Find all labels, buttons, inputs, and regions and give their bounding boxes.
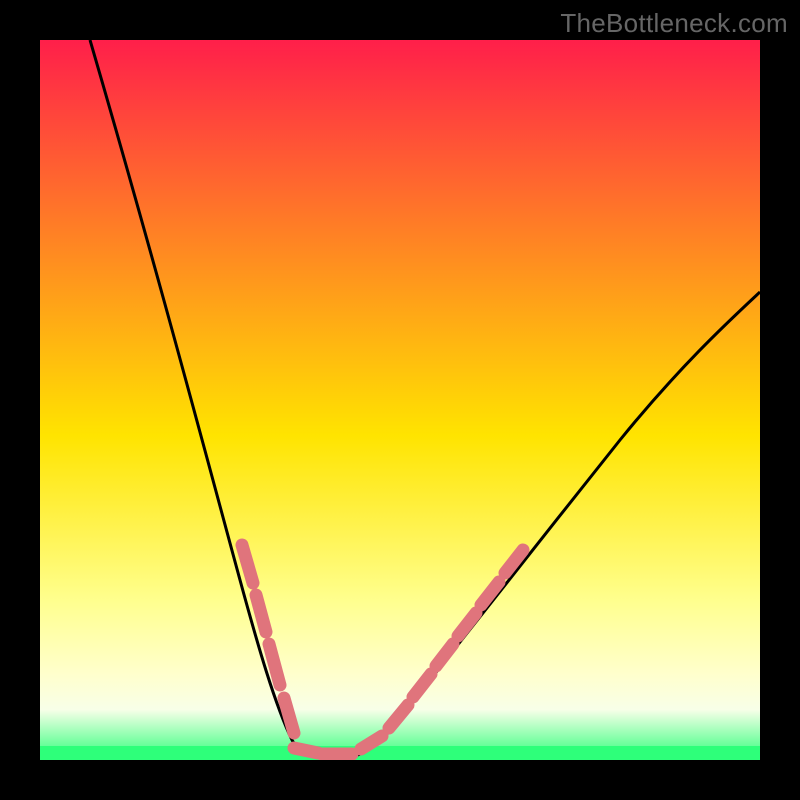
plot-area bbox=[40, 40, 760, 760]
watermark-text: TheBottleneck.com bbox=[560, 8, 788, 39]
bottom-green-band bbox=[40, 746, 760, 760]
chart-frame: TheBottleneck.com bbox=[0, 0, 800, 800]
chart-svg bbox=[40, 40, 760, 760]
overlay-bottom-dashes bbox=[294, 748, 352, 754]
